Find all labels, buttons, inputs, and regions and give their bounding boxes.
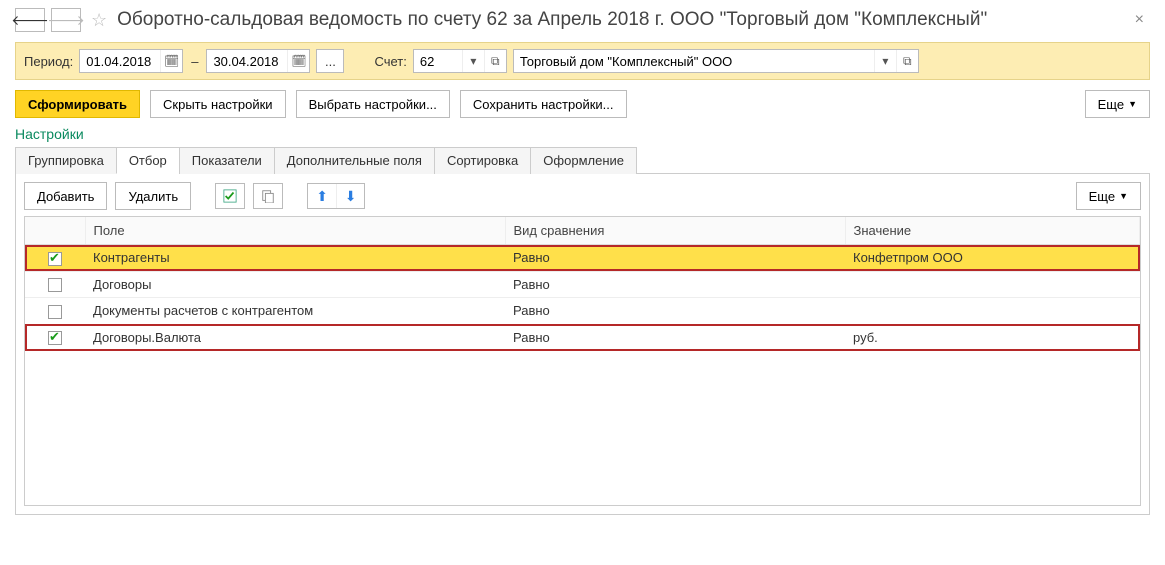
checkbox-icon[interactable] <box>48 252 62 266</box>
filter-more-label: Еще <box>1089 189 1115 204</box>
chevron-down-icon: ▼ <box>1128 99 1137 109</box>
tab-filter[interactable]: Отбор <box>116 147 180 174</box>
row-value[interactable]: руб. <box>845 324 1140 351</box>
open-external-icon[interactable]: ⧉ <box>484 50 506 72</box>
delete-filter-button[interactable]: Удалить <box>115 182 191 210</box>
save-settings-button[interactable]: Сохранить настройки... <box>460 90 627 118</box>
more-actions-label: Еще <box>1098 97 1124 112</box>
row-checkbox-cell[interactable] <box>25 298 85 325</box>
filter-toolbar: Добавить Удалить ⬆ ⬇ Еще ▼ <box>24 182 1141 210</box>
row-comparison[interactable]: Равно <box>505 324 845 351</box>
column-field: Поле <box>85 217 505 245</box>
filter-tab-panel: Добавить Удалить ⬆ ⬇ Еще ▼ Поле Вид срав… <box>15 174 1150 515</box>
run-report-button[interactable]: Сформировать <box>15 90 140 118</box>
choose-settings-button[interactable]: Выбрать настройки... <box>296 90 450 118</box>
calendar-icon[interactable]: 🗓 <box>160 50 182 72</box>
move-down-icon[interactable]: ⬇ <box>336 184 364 208</box>
favorite-star-icon[interactable]: ☆ <box>91 10 107 31</box>
open-external-icon[interactable]: ⧉ <box>896 50 918 72</box>
account-combo[interactable]: ▾ ⧉ <box>413 49 507 73</box>
organization-combo[interactable]: ▾ ⧉ <box>513 49 919 73</box>
checkbox-icon[interactable] <box>48 278 62 292</box>
column-value: Значение <box>845 217 1140 245</box>
nav-forward-button[interactable]: 🡒 <box>51 8 81 32</box>
row-field[interactable]: Договоры <box>85 271 505 298</box>
settings-tabs: Группировка Отбор Показатели Дополнитель… <box>15 146 1150 174</box>
row-comparison[interactable]: Равно <box>505 245 845 272</box>
period-to-field[interactable]: 🗓 <box>206 49 310 73</box>
chevron-down-icon: ▼ <box>1119 191 1128 201</box>
row-comparison[interactable]: Равно <box>505 271 845 298</box>
organization-input[interactable] <box>514 50 874 72</box>
row-checkbox-cell[interactable] <box>25 324 85 351</box>
row-field[interactable]: Договоры.Валюта <box>85 324 505 351</box>
add-filter-button[interactable]: Добавить <box>24 182 107 210</box>
period-from-input[interactable] <box>80 50 160 72</box>
period-dash: – <box>191 54 198 69</box>
move-up-icon[interactable]: ⬆ <box>308 184 336 208</box>
tab-extra-fields[interactable]: Дополнительные поля <box>274 147 435 174</box>
title-bar: 🡐 🡒 ☆ Оборотно-сальдовая ведомость по сч… <box>15 8 1150 32</box>
row-field[interactable]: Контрагенты <box>85 245 505 272</box>
filter-table: Поле Вид сравнения Значение КонтрагентыР… <box>25 217 1140 351</box>
settings-section-title: Настройки <box>15 126 1150 142</box>
period-label: Период: <box>24 54 73 69</box>
row-value[interactable]: Конфетпром ООО <box>845 245 1140 272</box>
action-row: Сформировать Скрыть настройки Выбрать на… <box>15 90 1150 118</box>
row-field[interactable]: Документы расчетов с контрагентом <box>85 298 505 325</box>
row-comparison[interactable]: Равно <box>505 298 845 325</box>
row-value[interactable] <box>845 271 1140 298</box>
tab-sorting[interactable]: Сортировка <box>434 147 531 174</box>
account-input[interactable] <box>414 50 462 72</box>
table-row[interactable]: Документы расчетов с контрагентомРавно <box>25 298 1140 325</box>
chevron-down-icon[interactable]: ▾ <box>874 50 896 72</box>
close-icon[interactable]: × <box>1129 11 1150 29</box>
period-from-field[interactable]: 🗓 <box>79 49 183 73</box>
column-check <box>25 217 85 245</box>
more-actions-button[interactable]: Еще ▼ <box>1085 90 1150 118</box>
column-comparison: Вид сравнения <box>505 217 845 245</box>
table-row[interactable]: Договоры.ВалютаРавноруб. <box>25 324 1140 351</box>
nav-back-button[interactable]: 🡐 <box>15 8 45 32</box>
period-picker-button[interactable]: ... <box>316 49 344 73</box>
calendar-icon[interactable]: 🗓 <box>287 50 309 72</box>
page-title: Оборотно-сальдовая ведомость по счету 62… <box>117 9 1123 31</box>
check-all-icon[interactable] <box>215 183 245 209</box>
row-value[interactable] <box>845 298 1140 325</box>
row-checkbox-cell[interactable] <box>25 271 85 298</box>
hide-settings-button[interactable]: Скрыть настройки <box>150 90 286 118</box>
tab-indicators[interactable]: Показатели <box>179 147 275 174</box>
checkbox-icon[interactable] <box>48 305 62 319</box>
row-checkbox-cell[interactable] <box>25 245 85 272</box>
table-row[interactable]: КонтрагентыРавноКонфетпром ООО <box>25 245 1140 272</box>
filter-more-button[interactable]: Еще ▼ <box>1076 182 1141 210</box>
period-filter-bar: Период: 🗓 – 🗓 ... Счет: ▾ ⧉ ▾ ⧉ <box>15 42 1150 80</box>
checkbox-icon[interactable] <box>48 331 62 345</box>
account-label: Счет: <box>374 54 406 69</box>
move-up-down-group: ⬆ ⬇ <box>307 183 365 209</box>
tab-grouping[interactable]: Группировка <box>15 147 117 174</box>
chevron-down-icon[interactable]: ▾ <box>462 50 484 72</box>
filter-table-container: Поле Вид сравнения Значение КонтрагентыР… <box>24 216 1141 506</box>
tab-design[interactable]: Оформление <box>530 147 637 174</box>
copy-icon[interactable] <box>253 183 283 209</box>
period-to-input[interactable] <box>207 50 287 72</box>
table-row[interactable]: ДоговорыРавно <box>25 271 1140 298</box>
